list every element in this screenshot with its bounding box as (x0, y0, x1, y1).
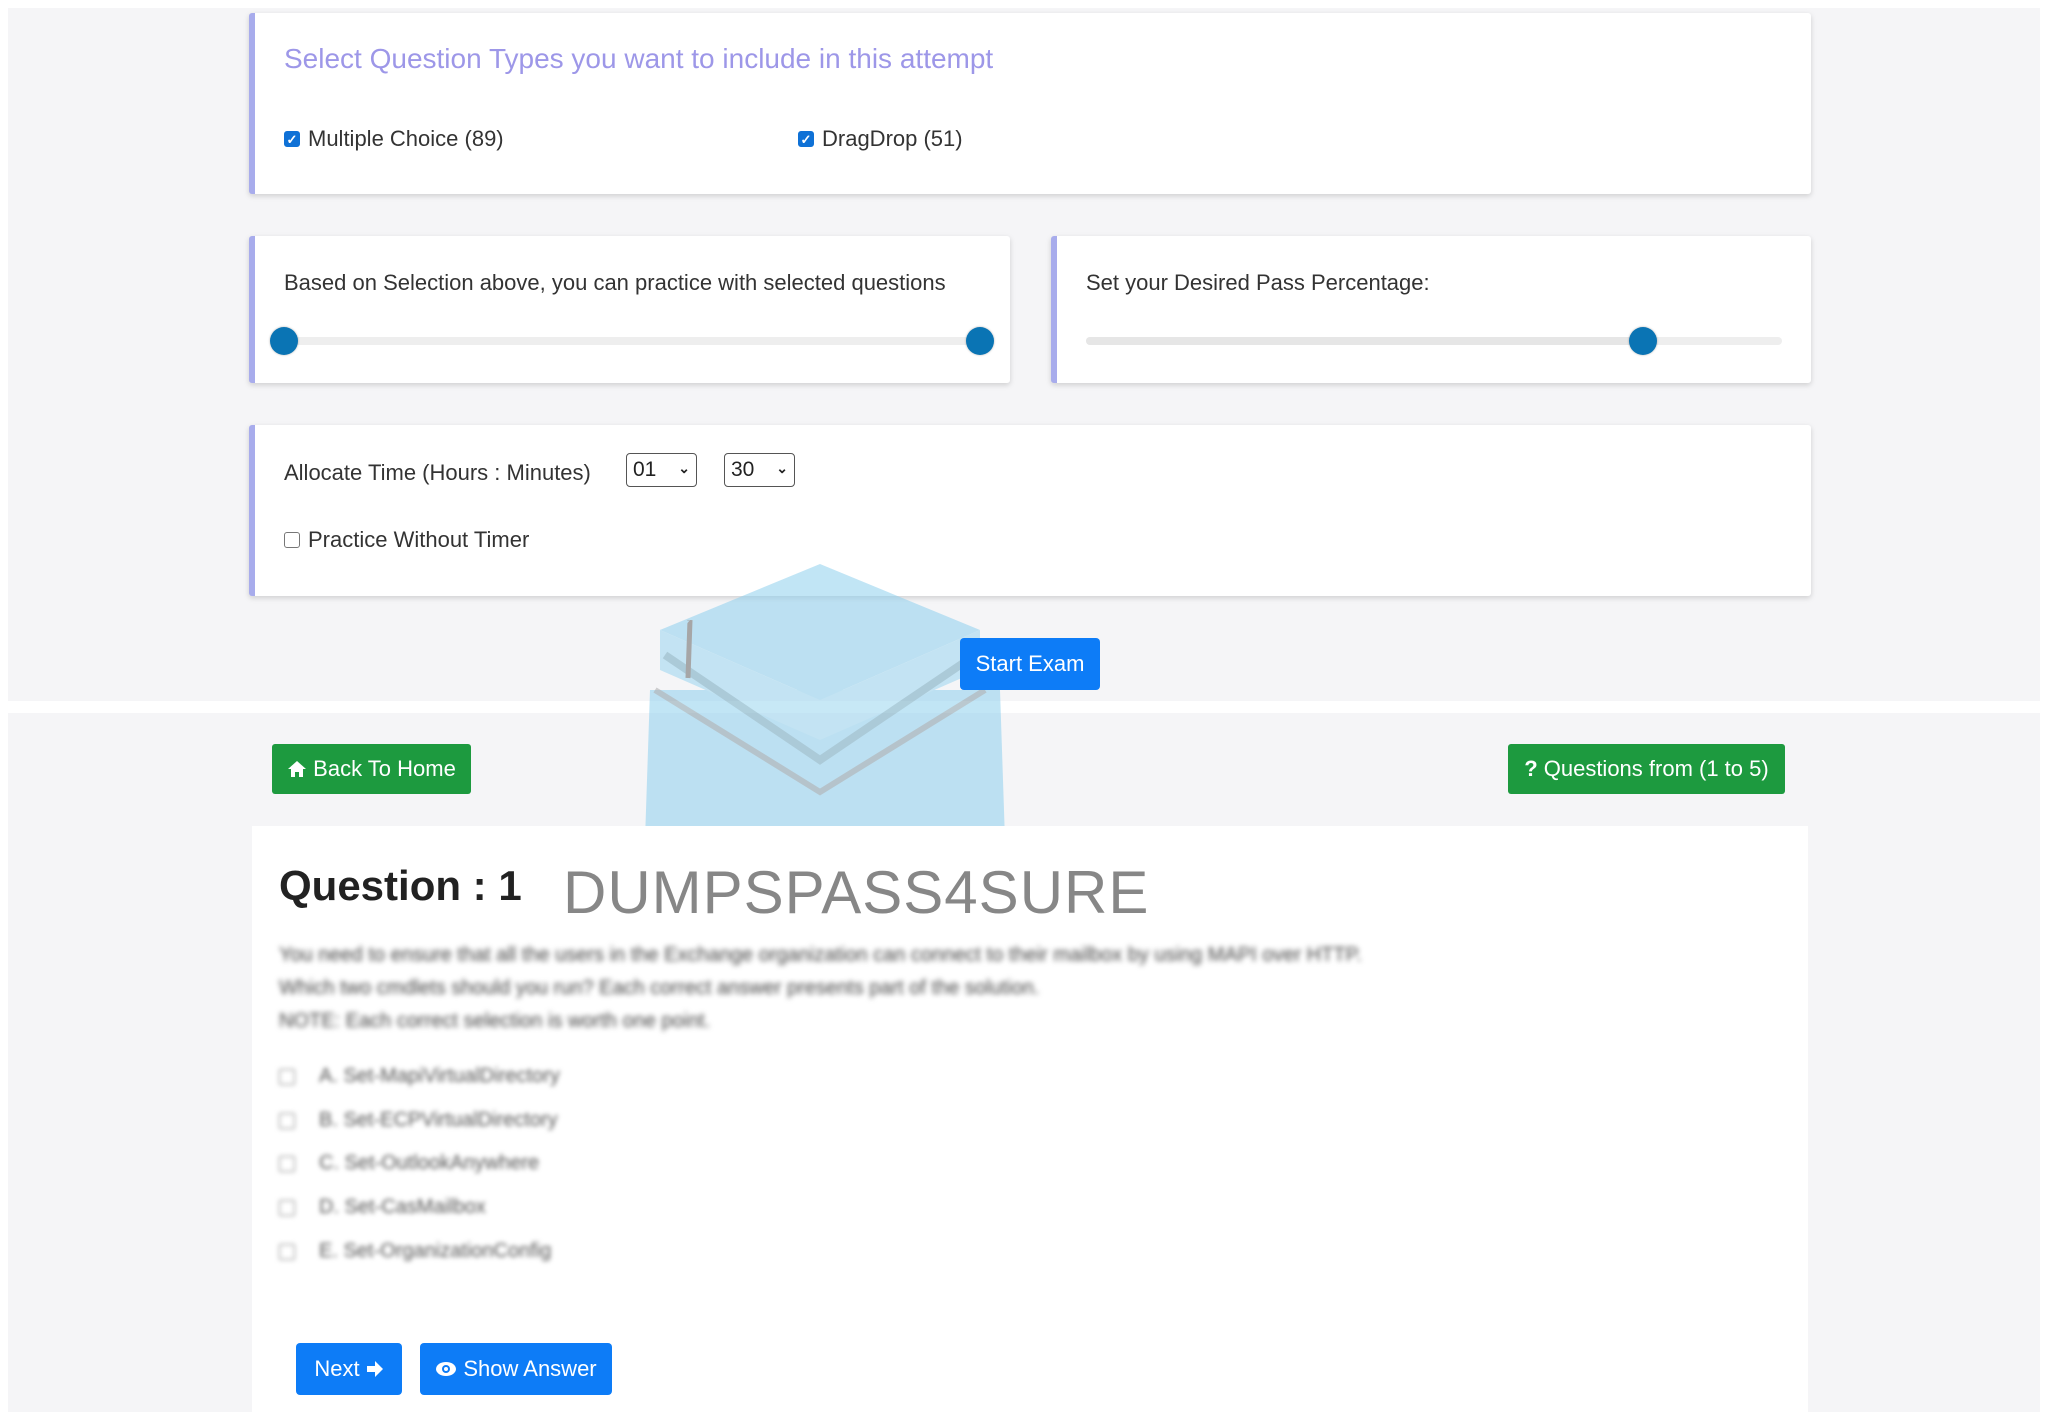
show-answer-label: Show Answer (463, 1356, 597, 1381)
answer-option-label: D. Set-CasMailbox (319, 1196, 486, 1218)
question-title: Question : 1 (279, 862, 522, 909)
range-min-handle[interactable] (270, 327, 298, 355)
question-text-line: You need to ensure that all the users in… (279, 944, 1362, 966)
answer-option[interactable]: A. Set-MapiVirtualDirectory (279, 1065, 560, 1088)
dragdrop-option[interactable]: ✓ DragDrop (51) (798, 126, 963, 152)
back-to-home-label: Back To Home (313, 756, 456, 781)
question-text-line: NOTE: Each correct selection is worth on… (279, 1010, 711, 1032)
hours-select[interactable]: 01 ⌄ (626, 453, 697, 487)
checkbox-unchecked-icon[interactable] (279, 1068, 295, 1085)
eye-icon (436, 1362, 457, 1376)
no-timer-option[interactable]: Practice Without Timer (284, 527, 529, 553)
answer-option-label: B. Set-ECPVirtualDirectory (319, 1109, 558, 1131)
home-icon (288, 761, 307, 777)
pass-percentage-slider[interactable] (1086, 327, 1782, 355)
next-label: Next (314, 1356, 360, 1381)
checkbox-unchecked-icon[interactable] (284, 532, 300, 548)
checkbox-unchecked-icon[interactable] (279, 1199, 295, 1216)
minutes-value: 30 (731, 458, 755, 481)
chevron-down-icon: ⌄ (678, 460, 690, 476)
question-text-line: Which two cmdlets should you run? Each c… (279, 977, 1040, 999)
answer-option-label: A. Set-MapiVirtualDirectory (319, 1065, 560, 1087)
arrow-right-icon (366, 1361, 383, 1377)
questions-range-button[interactable]: ? Questions from (1 to 5) (1508, 744, 1785, 794)
start-exam-button[interactable]: Start Exam (960, 638, 1100, 690)
pass-slider-handle[interactable] (1628, 327, 1657, 355)
checkbox-checked-icon[interactable]: ✓ (798, 131, 814, 147)
answer-option[interactable]: E. Set-OrganizationConfig (279, 1240, 551, 1263)
question-types-card: Select Question Types you want to includ… (249, 13, 1811, 194)
time-label: Allocate Time (Hours : Minutes) (284, 460, 591, 485)
brand-watermark-text: DUMPSPASS4SURE (563, 859, 1150, 926)
dragdrop-label: DragDrop (51) (822, 126, 963, 151)
question-range-slider[interactable] (270, 327, 994, 355)
chevron-down-icon: ⌄ (776, 460, 788, 476)
pass-slider-fill (1086, 337, 1643, 345)
no-timer-label: Practice Without Timer (308, 527, 530, 552)
pass-percentage-label: Set your Desired Pass Percentage: (1086, 270, 1430, 295)
minutes-select[interactable]: 30 ⌄ (724, 453, 795, 487)
answer-option[interactable]: B. Set-ECPVirtualDirectory (279, 1109, 558, 1132)
multiple-choice-label: Multiple Choice (89) (308, 126, 504, 151)
question-types-title: Select Question Types you want to includ… (284, 43, 994, 74)
question-range-card: Based on Selection above, you can practi… (249, 236, 1010, 383)
multiple-choice-option[interactable]: ✓ Multiple Choice (89) (284, 126, 504, 152)
checkbox-unchecked-icon[interactable] (279, 1112, 295, 1129)
question-icon: ? (1524, 756, 1538, 781)
show-answer-button[interactable]: Show Answer (420, 1343, 612, 1395)
questions-range-label: Questions from (1 to 5) (1543, 756, 1769, 781)
answer-option-label: C. Set-OutlookAnywhere (319, 1152, 540, 1174)
checkbox-unchecked-icon[interactable] (279, 1155, 295, 1172)
time-allocation-card: Allocate Time (Hours : Minutes) 01 ⌄ 30 … (249, 425, 1811, 596)
range-max-handle[interactable] (966, 327, 994, 355)
answer-option-label: E. Set-OrganizationConfig (319, 1240, 552, 1262)
practice-label: Based on Selection above, you can practi… (284, 270, 946, 295)
hours-value: 01 (633, 458, 657, 481)
back-to-home-button[interactable]: Back To Home (272, 744, 471, 794)
checkbox-unchecked-icon[interactable] (279, 1243, 295, 1260)
checkbox-checked-icon[interactable]: ✓ (284, 131, 300, 147)
next-button[interactable]: Next (296, 1343, 402, 1395)
pass-percentage-card: Set your Desired Pass Percentage: (1051, 236, 1811, 383)
answer-option[interactable]: C. Set-OutlookAnywhere (279, 1152, 539, 1175)
answer-option[interactable]: D. Set-CasMailbox (279, 1196, 486, 1219)
